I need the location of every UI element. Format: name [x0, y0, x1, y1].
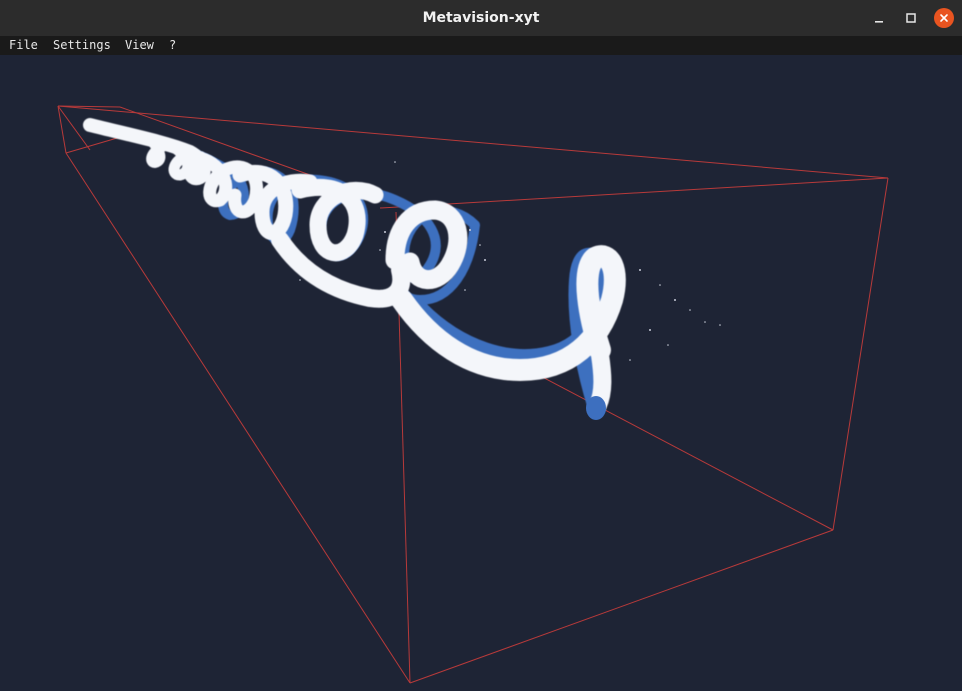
app-window: Metavision-xyt File Settings View ?: [0, 0, 962, 691]
menu-settings[interactable]: Settings: [53, 36, 111, 55]
box-edge: [65, 135, 125, 154]
window-title: Metavision-xyt: [422, 10, 540, 26]
menu-view[interactable]: View: [125, 36, 154, 55]
maximize-icon: [906, 13, 916, 23]
minimize-icon: [875, 21, 883, 23]
menu-bar: File Settings View ?: [0, 36, 962, 55]
xyt-3d-viewport[interactable]: [0, 55, 962, 691]
bounding-box: [57, 105, 889, 684]
xyt-point-cloud-view[interactable]: [0, 55, 962, 691]
box-edge: [832, 177, 889, 531]
box-edge: [409, 529, 834, 684]
title-bar[interactable]: Metavision-xyt: [0, 0, 962, 36]
box-edge: [379, 177, 889, 209]
helix-end-cap: [586, 396, 606, 420]
maximize-button[interactable]: [901, 8, 921, 28]
box-edge: [57, 105, 67, 154]
menu-file[interactable]: File: [9, 36, 38, 55]
minimize-button[interactable]: [869, 8, 889, 28]
close-icon: [940, 14, 948, 22]
event-helix: [83, 118, 626, 414]
close-button[interactable]: [934, 8, 954, 28]
menu-help[interactable]: ?: [169, 36, 176, 55]
